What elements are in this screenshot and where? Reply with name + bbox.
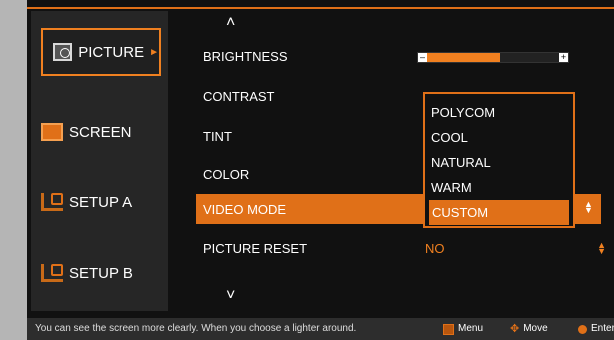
- screen-icon: [41, 123, 63, 141]
- setting-value: NO: [425, 240, 445, 256]
- move-button[interactable]: ✥ Move: [510, 318, 548, 340]
- setting-label: PICTURE RESET: [203, 240, 308, 256]
- sidebar-item-label: PICTURE: [78, 43, 145, 61]
- enter-icon: [578, 324, 587, 334]
- dropdown-option[interactable]: POLYCOM: [425, 100, 573, 125]
- top-accent-line: [27, 7, 614, 9]
- scroll-down-icon[interactable]: ˅: [226, 287, 235, 305]
- dropdown-option[interactable]: NATURAL: [425, 150, 573, 175]
- move-icon: ✥: [510, 323, 520, 335]
- setup-icon: [41, 264, 63, 282]
- dropdown-option[interactable]: WARM: [425, 175, 573, 200]
- setting-brightness[interactable]: BRIGHTNESS – +: [173, 38, 614, 74]
- brightness-fill: [427, 53, 500, 62]
- setting-label: COLOR: [203, 166, 250, 182]
- video-mode-dropdown[interactable]: POLYCOM COOL NATURAL WARM CUSTOM: [423, 92, 575, 228]
- sidebar-item-picture[interactable]: PICTURE ►: [41, 28, 161, 76]
- menu-icon: [443, 323, 454, 335]
- sidebar-item-screen[interactable]: SCREEN: [31, 102, 168, 162]
- arrow-right-icon: ►: [149, 46, 159, 58]
- scroll-up-icon[interactable]: ˄: [226, 14, 235, 32]
- enter-label: Enter: [591, 323, 614, 334]
- setting-label: VIDEO MODE: [203, 201, 287, 217]
- menu-button[interactable]: Menu: [443, 318, 483, 340]
- updown-arrow-icon[interactable]: ▲ ▼: [584, 200, 593, 215]
- setting-label: BRIGHTNESS: [203, 48, 288, 64]
- menu-label: Menu: [458, 323, 484, 334]
- setting-label: TINT: [203, 128, 232, 144]
- plus-icon: +: [559, 52, 568, 62]
- setting-label: CONTRAST: [203, 88, 275, 104]
- dropdown-option-selected[interactable]: CUSTOM: [429, 200, 569, 225]
- sidebar-item-label: SCREEN: [69, 123, 132, 141]
- minus-icon: –: [418, 52, 427, 62]
- sidebar: PICTURE ► SCREEN SETUP A SETUP B: [31, 11, 168, 311]
- updown-arrow-icon[interactable]: ▲ ▼: [597, 241, 606, 256]
- enter-button[interactable]: Enter: [578, 318, 614, 340]
- help-text: You can see the screen more clearly. Whe…: [35, 323, 357, 334]
- dropdown-option[interactable]: COOL: [425, 125, 573, 150]
- brightness-slider[interactable]: – +: [417, 52, 569, 63]
- sidebar-item-label: SETUP A: [69, 193, 133, 211]
- status-footer: You can see the screen more clearly. Whe…: [27, 318, 614, 340]
- setting-picture-reset[interactable]: PICTURE RESET NO ▲ ▼: [173, 230, 614, 266]
- sidebar-item-setup-b[interactable]: SETUP B: [31, 243, 168, 303]
- picture-icon: [53, 43, 73, 61]
- move-label: Move: [523, 323, 548, 334]
- sidebar-item-setup-a[interactable]: SETUP A: [31, 172, 168, 232]
- sidebar-item-label: SETUP B: [69, 264, 133, 282]
- setup-icon: [41, 193, 63, 211]
